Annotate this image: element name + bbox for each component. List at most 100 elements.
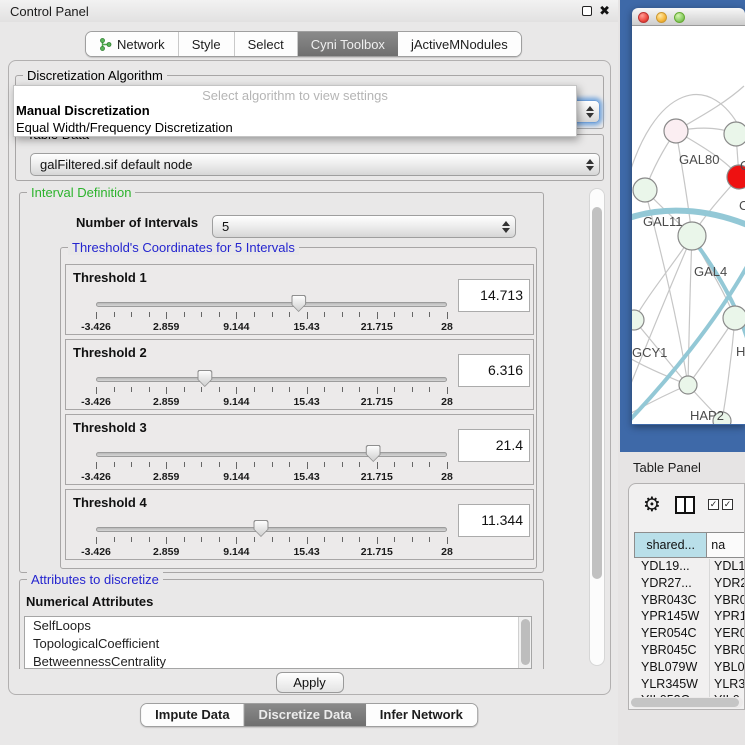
threshold-value-field[interactable]: 21.4 bbox=[458, 429, 530, 462]
threshold-label: Threshold 4 bbox=[73, 495, 147, 510]
tab-cyni-toolbox[interactable]: Cyni Toolbox bbox=[298, 32, 398, 56]
tab-discretize-data[interactable]: Discretize Data bbox=[245, 704, 366, 726]
network-window-titlebar bbox=[632, 8, 745, 26]
threshold-slider[interactable]: -3.4262.8599.14415.4321.71528 bbox=[96, 370, 447, 408]
settings-scrollpane: Interval Definition Number of Intervals … bbox=[15, 186, 606, 669]
attributes-group: Attributes to discretize Numerical Attri… bbox=[19, 579, 544, 669]
thresholds-group-title: Threshold's Coordinates for 5 Intervals bbox=[68, 240, 299, 255]
threshold-row-1: Threshold 1-3.4262.8599.14415.4321.71528… bbox=[65, 264, 534, 335]
table-row[interactable]: YPR145WYPR1 bbox=[634, 609, 745, 626]
slider-handle[interactable] bbox=[366, 445, 381, 462]
float-window-icon[interactable] bbox=[582, 6, 592, 16]
slider-handle[interactable] bbox=[291, 295, 306, 312]
combo-arrows-icon bbox=[581, 159, 599, 171]
table-data-group: Table Data galFiltered.sif default node bbox=[15, 134, 604, 181]
numerical-attributes-label: Numerical Attributes bbox=[26, 594, 153, 609]
checkbox-icon[interactable]: ✓ bbox=[708, 499, 719, 510]
combo-arrows-icon bbox=[497, 221, 515, 233]
algorithm-popup-hint: Select algorithm to view settings bbox=[14, 86, 576, 103]
top-tab-bar: NetworkStyleSelectCyni ToolboxjActiveMNo… bbox=[85, 31, 522, 57]
numerical-attributes-list[interactable]: SelfLoopsTopologicalCoefficientBetweenne… bbox=[24, 616, 532, 669]
threshold-value-field[interactable]: 14.713 bbox=[458, 279, 530, 312]
control-panel: Control Panel ✖ NetworkStyleSelectCyni T… bbox=[0, 0, 618, 745]
network-canvas[interactable]: GAL80GACGAL11GAL4GCY1HHAP2 bbox=[632, 26, 745, 424]
threshold-slider[interactable]: -3.4262.8599.14415.4321.71528 bbox=[96, 520, 447, 558]
algorithm-option-manual[interactable]: Manual Discretization bbox=[14, 103, 576, 120]
algorithm-option-equal-width[interactable]: Equal Width/Frequency Discretization bbox=[14, 120, 576, 137]
table-data-combobox[interactable]: galFiltered.sif default node bbox=[30, 153, 600, 176]
attribute-item[interactable]: BetweennessCentrality bbox=[25, 653, 531, 669]
node-label: GCY1 bbox=[632, 345, 667, 360]
thresholds-group: Threshold's Coordinates for 5 Intervals … bbox=[60, 247, 537, 569]
tab-impute-data[interactable]: Impute Data bbox=[141, 704, 244, 726]
table-row[interactable]: YER054CYER0 bbox=[634, 626, 745, 643]
threshold-value-field[interactable]: 11.344 bbox=[458, 504, 530, 537]
apply-button[interactable]: Apply bbox=[276, 672, 344, 693]
combo-arrows-icon bbox=[581, 106, 599, 118]
attribute-item[interactable]: TopologicalCoefficient bbox=[25, 635, 531, 653]
interval-definition-group: Interval Definition Number of Intervals … bbox=[19, 192, 544, 573]
threshold-slider[interactable]: -3.4262.8599.14415.4321.71528 bbox=[96, 445, 447, 483]
number-of-intervals-combobox[interactable]: 5 bbox=[212, 215, 516, 238]
table-row[interactable]: YLR345WYLR3 bbox=[634, 677, 745, 694]
network-node bbox=[664, 119, 688, 143]
columns-icon[interactable] bbox=[675, 496, 695, 514]
column-header-shared[interactable]: shared... bbox=[634, 532, 707, 558]
node-label: GAL4 bbox=[694, 264, 727, 279]
number-of-intervals-label: Number of Intervals bbox=[76, 215, 198, 230]
node-label: C bbox=[739, 198, 745, 213]
table-row[interactable]: YDR27...YDR2 bbox=[634, 576, 745, 593]
threshold-row-2: Threshold 2 -3.4262.8599.14415.4321.71528… bbox=[65, 339, 534, 410]
node-label: GA bbox=[740, 158, 745, 173]
threshold-slider[interactable]: -3.4262.8599.14415.4321.71528 bbox=[96, 295, 447, 333]
tab-style[interactable]: Style bbox=[179, 32, 235, 56]
threshold-value-field[interactable]: 6.316 bbox=[458, 354, 530, 387]
table-data-value: galFiltered.sif default node bbox=[31, 157, 581, 172]
tab-select[interactable]: Select bbox=[235, 32, 298, 56]
close-traffic-light-icon[interactable] bbox=[638, 12, 649, 23]
slider-handle[interactable] bbox=[197, 370, 212, 387]
right-column: GAL80GACGAL11GAL4GCY1HHAP2 Table Panel ⚙… bbox=[618, 0, 745, 745]
table-row[interactable]: YDL19...YDL1 bbox=[634, 559, 745, 576]
network-view-frame: GAL80GACGAL11GAL4GCY1HHAP2 bbox=[620, 0, 745, 452]
attributes-scrollbar[interactable] bbox=[518, 617, 531, 668]
threshold-row-4: Threshold 4 -3.4262.8599.14415.4321.71528… bbox=[65, 489, 534, 560]
application-window: Control Panel ✖ NetworkStyleSelectCyni T… bbox=[0, 0, 745, 745]
node-label: H bbox=[736, 344, 745, 359]
network-node bbox=[632, 310, 644, 330]
threshold-row-3: Threshold 3-3.4262.8599.14415.4321.71528… bbox=[65, 414, 534, 485]
column-header-name[interactable]: na bbox=[707, 532, 745, 558]
checkbox-icon[interactable]: ✓ bbox=[722, 499, 733, 510]
node-label: GAL80 bbox=[679, 152, 719, 167]
network-node bbox=[633, 178, 657, 202]
algorithm-dropdown-popup: Select algorithm to view settings Manual… bbox=[13, 85, 577, 137]
table-row[interactable]: YBL079WYBL0 bbox=[634, 660, 745, 677]
tab-jactivemnodules[interactable]: jActiveMNodules bbox=[398, 32, 521, 56]
number-of-intervals-value: 5 bbox=[213, 219, 497, 234]
network-icon bbox=[99, 38, 112, 51]
cyni-toolbox-panel: Discretization Algorithm Table Data galF… bbox=[8, 60, 611, 695]
network-node bbox=[724, 122, 745, 146]
tab-network[interactable]: Network bbox=[86, 32, 179, 56]
gear-icon[interactable]: ⚙ bbox=[643, 492, 661, 516]
node-label: GAL11 bbox=[643, 214, 683, 229]
table-panel-toolbar: ⚙ ✓ ✓ bbox=[629, 484, 744, 528]
network-window: GAL80GACGAL11GAL4GCY1HHAP2 bbox=[632, 8, 745, 425]
slider-handle[interactable] bbox=[253, 520, 268, 537]
tab-infer-network[interactable]: Infer Network bbox=[366, 704, 477, 726]
close-icon[interactable]: ✖ bbox=[599, 3, 610, 19]
settings-scrollbar[interactable] bbox=[589, 188, 605, 666]
table-horizontal-scrollbar[interactable] bbox=[631, 697, 743, 708]
attribute-item[interactable]: SelfLoops bbox=[25, 617, 531, 635]
attributes-group-title: Attributes to discretize bbox=[27, 572, 163, 587]
table-panel: ⚙ ✓ ✓ shared... na YDL19...YDL1YDR27...Y… bbox=[628, 483, 745, 710]
minimize-traffic-light-icon[interactable] bbox=[656, 12, 667, 23]
panel-title: Control Panel bbox=[10, 4, 89, 19]
table-row[interactable]: YBR045CYBR0 bbox=[634, 643, 745, 660]
zoom-traffic-light-icon[interactable] bbox=[674, 12, 685, 23]
table-panel-title: Table Panel bbox=[633, 460, 701, 475]
control-panel-titlebar: Control Panel ✖ bbox=[0, 0, 618, 22]
node-table-header: shared... na bbox=[634, 532, 745, 558]
threshold-label: Threshold 2 bbox=[73, 345, 147, 360]
table-row[interactable]: YBR043CYBR0 bbox=[634, 593, 745, 610]
